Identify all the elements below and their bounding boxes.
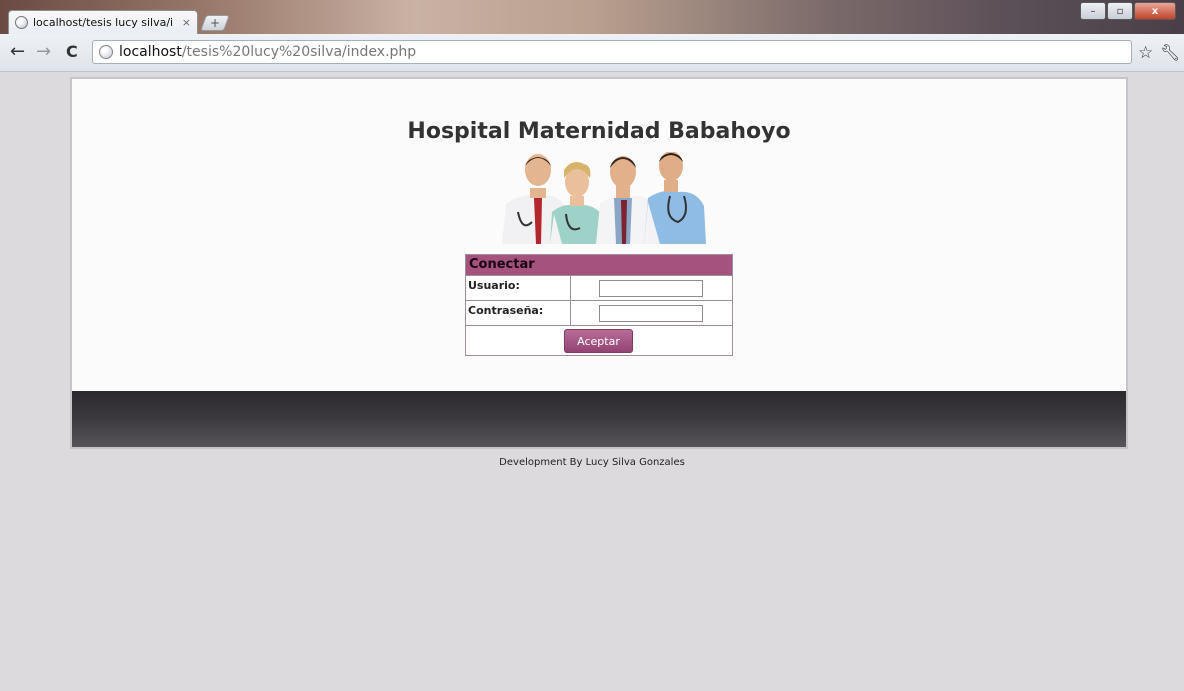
password-row: Contraseña:: [466, 300, 732, 325]
url-host: localhost: [119, 44, 182, 60]
password-cell: [571, 301, 732, 325]
reload-button[interactable]: C: [66, 42, 78, 62]
username-label: Usuario:: [466, 276, 571, 300]
footer-band: [72, 391, 1126, 447]
window-controls: – ▫ x: [1080, 2, 1176, 20]
address-bar[interactable]: localhost/tesis%20lucy%20silva/index.php: [92, 40, 1132, 64]
login-header: Conectar: [466, 255, 732, 275]
back-button[interactable]: ←: [10, 42, 25, 62]
globe-icon: [15, 16, 28, 29]
password-input[interactable]: [599, 305, 703, 322]
star-icon[interactable]: ☆: [1138, 43, 1153, 63]
submit-button[interactable]: Aceptar: [564, 329, 633, 353]
login-form: Conectar Usuario: Contraseña: Aceptar: [465, 254, 733, 356]
wrench-icon[interactable]: 🔧︎: [1160, 43, 1180, 62]
username-row: Usuario:: [466, 275, 732, 300]
url-path: /tesis%20lucy%20silva/index.php: [181, 44, 417, 60]
username-input[interactable]: [599, 280, 703, 297]
forward-button[interactable]: →: [36, 42, 51, 62]
page-title: Hospital Maternidad Babahoyo: [407, 119, 791, 144]
close-window-button[interactable]: x: [1134, 2, 1176, 20]
tab-close-button[interactable]: ×: [182, 16, 191, 29]
new-tab-button[interactable]: +: [200, 15, 230, 31]
password-label: Contraseña:: [466, 301, 571, 325]
footer-credit: Development By Lucy Silva Gonzales: [499, 457, 685, 468]
doctors-image: [502, 152, 706, 244]
browser-toolbar: ← → C localhost/tesis%20lucy%20silva/ind…: [0, 34, 1184, 72]
maximize-button[interactable]: ▫: [1107, 2, 1133, 20]
plus-icon: +: [209, 16, 221, 30]
globe-icon: [99, 45, 113, 59]
login-actions: Aceptar: [466, 325, 732, 355]
tab-title: localhost/tesis lucy silva/in: [33, 16, 173, 29]
content-container: Hospital Maternidad Babahoyo Conectar Us…: [70, 77, 1128, 449]
browser-titlebar: localhost/tesis lucy silva/in × + – ▫ x: [0, 0, 1184, 34]
username-cell: [571, 276, 732, 300]
browser-tab[interactable]: localhost/tesis lucy silva/in ×: [8, 10, 198, 34]
minimize-button[interactable]: –: [1080, 2, 1106, 20]
